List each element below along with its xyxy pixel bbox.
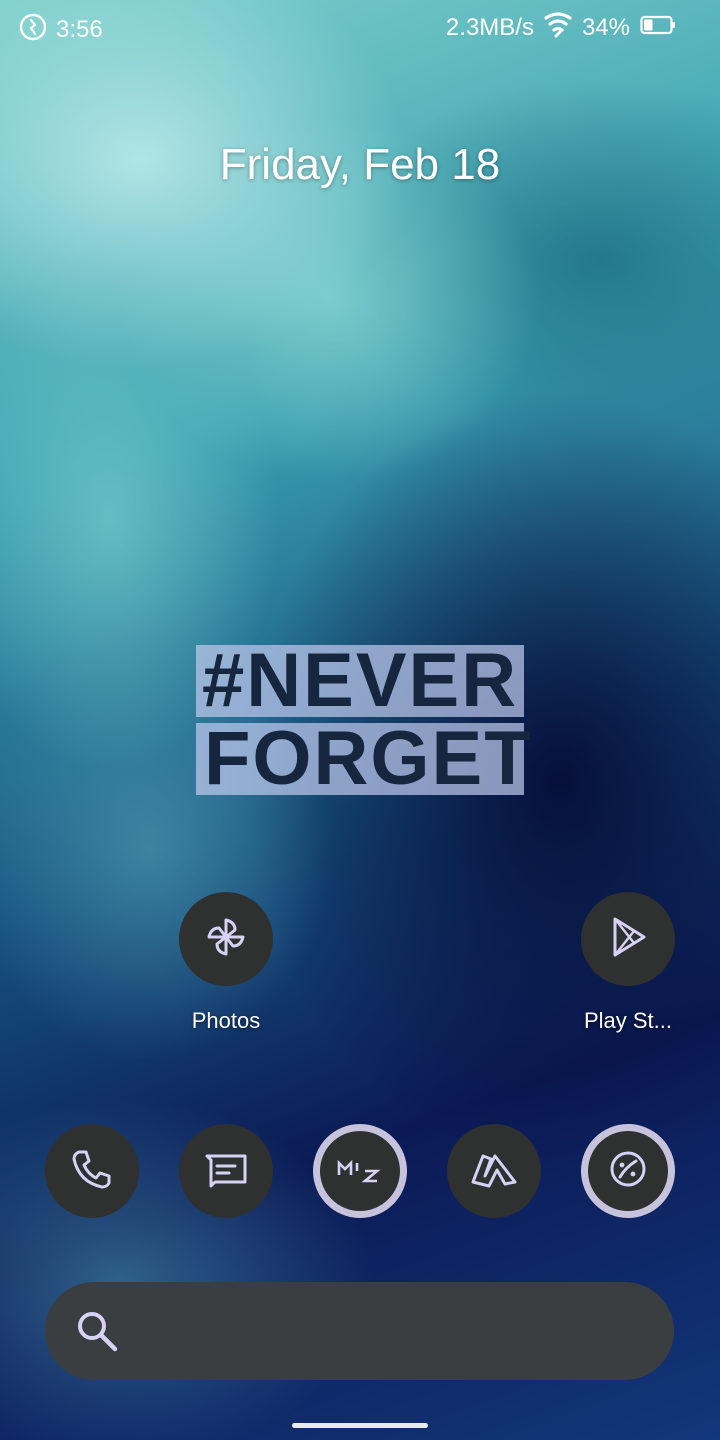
date-widget[interactable]: Friday, Feb 18 [0,140,720,190]
banner-line-1: #NEVER [196,643,524,719]
letter-n-icon [467,1144,521,1199]
phone-icon [67,1144,117,1199]
launcher-dock-icon[interactable] [447,1124,541,1218]
wallpaper-banner: #NEVER FORGET [196,643,531,797]
palette-icon [606,1147,650,1196]
theme-dock-icon[interactable] [581,1124,675,1218]
network-speed: 2.3MB/s [445,13,534,41]
mix-icon [335,1149,385,1194]
messages-icon [201,1144,251,1199]
play-store-app-icon[interactable] [581,892,675,986]
status-bar: 3:56 2.3MB/s 34% [0,0,720,56]
wifi-icon [544,12,572,43]
battery-percent: 34% [581,13,630,41]
photos-app-label: Photos [191,1008,261,1033]
search-icon [73,1307,121,1360]
messages-dock-icon[interactable] [179,1124,273,1218]
search-bar[interactable] [45,1282,674,1380]
battery-icon [640,15,676,40]
status-time: 3:56 [56,15,103,43]
banner-line-2: FORGET [196,721,531,797]
play-store-app-label: Play St... [583,1008,673,1033]
play-store-icon [603,912,653,967]
photos-pinwheel-icon [201,912,251,967]
mix-dock-icon[interactable] [313,1124,407,1218]
home-gesture-bar[interactable] [292,1423,428,1428]
photos-app-icon[interactable] [179,892,273,986]
phone-dock-icon[interactable] [45,1124,139,1218]
alarm-clock-icon [18,12,48,47]
